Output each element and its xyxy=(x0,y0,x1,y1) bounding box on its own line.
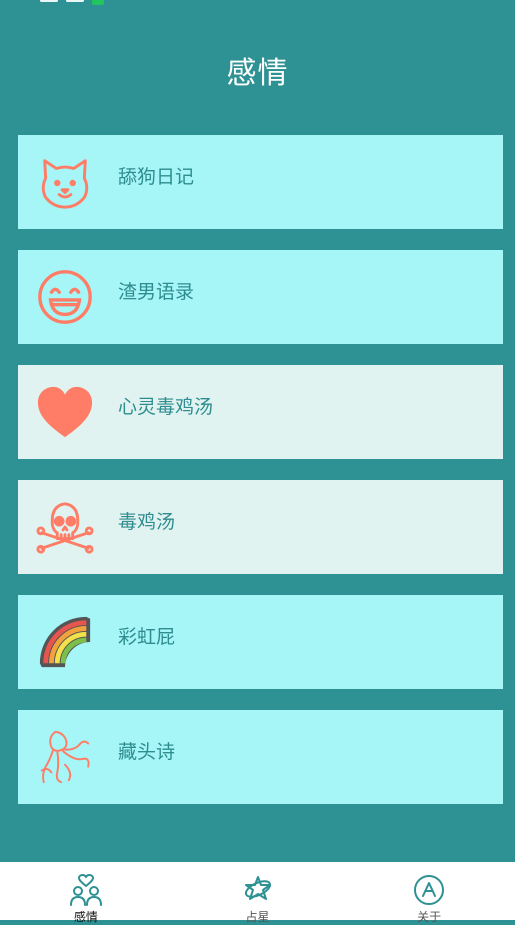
tab-label: 占星 xyxy=(245,910,270,924)
heart-icon xyxy=(37,386,93,438)
list-item-label: 心灵毒鸡汤 xyxy=(118,396,214,418)
status-signal xyxy=(40,0,58,2)
bottom-tab-bar: 感情 占星 关于 xyxy=(0,862,515,924)
list-item-cangtoushi[interactable]: 藏头诗 xyxy=(18,710,503,804)
status-signal xyxy=(66,0,84,2)
list-item-zhanan[interactable]: 渣男语录 xyxy=(18,250,503,344)
about-a-icon xyxy=(414,875,445,905)
tab-zhanxing[interactable]: 占星 xyxy=(172,862,344,924)
poem-scroll-icon xyxy=(40,730,90,784)
list-item-caihongpi[interactable]: 彩虹屁 xyxy=(18,595,503,689)
list-item-label: 舔狗日记 xyxy=(118,166,195,188)
list-item-dujitang[interactable]: 毒鸡汤 xyxy=(18,480,503,574)
list-item-label: 渣男语录 xyxy=(118,281,195,303)
rainbow-icon xyxy=(39,616,91,668)
page-title: 感情 xyxy=(226,56,289,91)
couple-heart-icon xyxy=(69,874,102,906)
list-item-label: 藏头诗 xyxy=(118,741,176,763)
tab-ganqing[interactable]: 感情 xyxy=(0,862,172,924)
tab-label: 关于 xyxy=(417,910,442,924)
skull-crossbones-icon xyxy=(36,502,94,554)
tab-guanyu[interactable]: 关于 xyxy=(343,862,515,924)
category-list: 舔狗日记 渣男语录 心灵毒鸡汤 毒鸡汤 彩虹屁 藏头诗 xyxy=(18,135,503,825)
laughing-face-icon xyxy=(38,270,92,324)
list-item-tiangou[interactable]: 舔狗日记 xyxy=(18,135,503,229)
list-item-label: 毒鸡汤 xyxy=(118,511,176,533)
list-item-label: 彩虹屁 xyxy=(118,626,176,648)
star-orbit-icon xyxy=(244,876,271,900)
status-bar-fragment xyxy=(40,0,104,8)
list-item-xinling-dujitang[interactable]: 心灵毒鸡汤 xyxy=(18,365,503,459)
battery-icon xyxy=(92,0,104,5)
dog-face-icon xyxy=(41,159,89,209)
tab-label: 感情 xyxy=(73,910,98,924)
